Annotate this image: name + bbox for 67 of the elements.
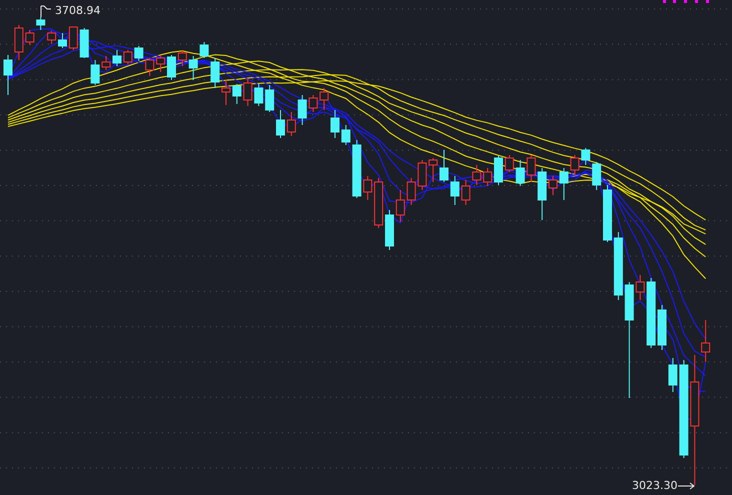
candlestick [320,88,329,110]
candlestick [472,164,482,186]
candlestick [286,112,296,136]
candlestick [406,178,416,206]
candlestick [526,154,536,182]
candlestick [14,24,24,60]
candlestick [494,156,503,186]
candlestick [330,110,340,138]
candlestick [47,30,56,44]
candlestick [112,50,122,66]
flag-icon [40,6,52,18]
candlestick [418,160,427,190]
candlestick [134,46,144,62]
candlestick [90,60,100,86]
candlestick [614,232,623,300]
candlestick [308,94,318,112]
candlestick [145,58,154,76]
candlestick [504,154,514,172]
candlestick [581,148,590,166]
candlestick [603,184,612,242]
candlestick [374,178,384,228]
candlestick [483,168,492,186]
marker-dots-drawing [663,0,709,3]
candlestick [668,358,678,392]
candlestick [210,58,220,88]
candlestick [516,160,525,186]
candlestick [363,176,372,200]
candlestick [538,168,547,220]
high-price-label: 3708.94 [55,4,100,17]
candlestick [592,162,602,190]
candlestick [440,150,448,182]
candlestick [385,210,394,250]
candlestick [188,56,198,80]
candlestick [80,28,89,58]
low-price-label: 3023.30 [632,479,678,492]
candlestick [243,78,252,106]
candlestick [559,168,568,200]
candlestick [352,140,362,198]
candlestick [636,274,645,300]
arrow-icon [678,482,695,490]
candlestick [36,16,46,30]
candlestick [658,304,666,350]
candlestick [450,176,460,206]
candlestick [232,84,242,104]
candlestick [428,158,438,182]
candlestick [222,80,230,106]
candlestick [167,54,176,80]
candlestick [68,26,78,50]
candlestick [102,56,111,70]
candlestick [25,30,34,46]
candlestick [123,50,132,64]
candlestick [461,180,470,206]
candlestick [548,176,558,196]
candlestick [396,190,405,222]
candlestick [4,54,12,96]
candlestick [58,32,67,48]
candlestick [341,124,350,146]
candlestick [276,110,285,138]
candlestick [254,84,264,106]
candlestick [646,278,656,348]
candlestick [156,56,166,72]
candlestick [298,94,307,126]
candlestick [178,50,187,66]
candlestick [200,42,209,58]
candlestick [701,320,710,362]
candlestick [570,154,580,176]
candlestick [265,84,274,112]
